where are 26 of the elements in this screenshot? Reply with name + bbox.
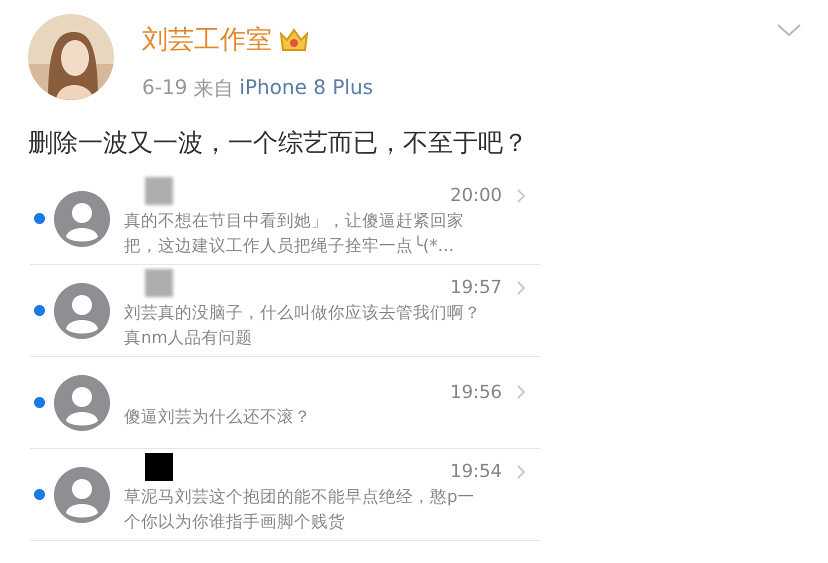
redaction-mark	[145, 453, 173, 481]
avatar-icon	[54, 466, 110, 522]
chevron-right-icon	[516, 464, 526, 480]
chevron-down-icon[interactable]	[776, 22, 802, 38]
source-label: 来自	[193, 75, 234, 102]
message-time: 19:56	[450, 382, 502, 402]
redaction-mark	[145, 269, 173, 297]
message-preview[interactable]: 草泥马刘芸这个抱团的能不能早点绝经，憨p一个你以为你谁指手画脚个贱货	[124, 484, 486, 534]
message-time: 19:57	[450, 277, 502, 298]
chevron-right-icon	[516, 280, 526, 296]
post-text: 删除一波又一波，一个综艺而已，不至于吧？	[28, 127, 529, 159]
redaction-mark	[145, 177, 173, 205]
chevron-right-icon	[516, 188, 526, 204]
post-date: 6-19	[142, 75, 188, 101]
message-preview[interactable]: 傻逼刘芸为什么还不滚？	[124, 404, 486, 429]
device-link[interactable]: iPhone 8 Plus	[239, 75, 374, 102]
chevron-right-icon	[516, 384, 526, 400]
avatar-icon	[54, 374, 110, 430]
message-time: 19:54	[450, 461, 502, 482]
message-preview[interactable]: 真的不想在节目中看到她」，让傻逼赶紧回家把，这边建议工作人员把绳子拴牢一点╰(*…	[124, 208, 486, 258]
message-preview[interactable]: 刘芸真的没脑子，什么叫做你应该去管我们啊？真nm人品有问题	[124, 300, 486, 350]
avatar-icon	[54, 190, 110, 246]
author-name[interactable]: 刘芸工作室	[142, 22, 272, 57]
message-time: 20:00	[450, 185, 502, 206]
crown-icon	[278, 26, 310, 54]
avatar-icon	[54, 282, 110, 338]
